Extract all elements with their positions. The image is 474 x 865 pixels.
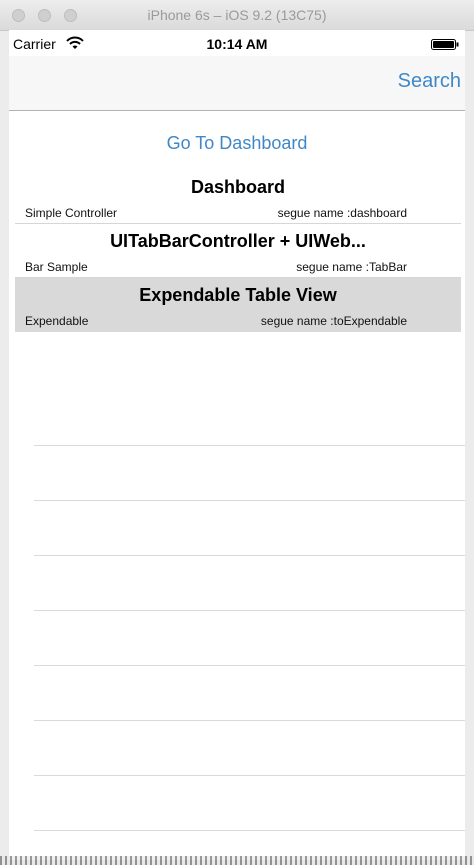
row-detail: segue name :TabBar <box>296 260 407 274</box>
window-titlebar: iPhone 6s – iOS 9.2 (13C75) <box>0 0 474 31</box>
empty-row-separator <box>34 666 465 721</box>
table-row-tabbar[interactable]: UITabBarController + UIWeb... Bar Sample… <box>15 224 461 278</box>
row-detail: segue name :dashboard <box>277 206 407 220</box>
empty-row-separator <box>34 721 465 776</box>
menu-table: Dashboard Simple Controller segue name :… <box>15 170 461 332</box>
row-subtitle: Bar Sample <box>25 260 88 274</box>
simulator-window: iPhone 6s – iOS 9.2 (13C75) Carrier 10:1… <box>0 0 474 865</box>
go-to-dashboard-button[interactable]: Go To Dashboard <box>9 133 465 154</box>
status-bar: Carrier 10:14 AM <box>9 30 465 56</box>
background-strip <box>0 856 474 865</box>
empty-row-separator <box>34 776 465 831</box>
empty-row-separator <box>34 611 465 666</box>
empty-row-separator <box>34 391 465 446</box>
navigation-bar: Search <box>9 56 465 111</box>
row-title: Dashboard <box>190 177 286 197</box>
row-title: Expendable Table View <box>139 285 337 305</box>
empty-row-separator <box>34 501 465 556</box>
table-row-expendable[interactable]: Expendable Table View Expendable segue n… <box>15 278 461 332</box>
search-button[interactable]: Search <box>398 70 461 93</box>
table-row-dashboard[interactable]: Dashboard Simple Controller segue name :… <box>15 170 461 224</box>
status-time: 10:14 AM <box>206 36 268 52</box>
empty-row-separator <box>34 556 465 611</box>
row-subtitle: Expendable <box>25 314 89 328</box>
battery-icon <box>431 39 459 50</box>
row-title: UITabBarController + UIWeb... <box>110 231 366 251</box>
empty-table-area <box>34 391 465 831</box>
empty-row-separator <box>34 446 465 501</box>
row-subtitle: Simple Controller <box>25 206 118 220</box>
window-title: iPhone 6s – iOS 9.2 (13C75) <box>147 7 327 23</box>
device-screen: Carrier 10:14 AM Search Go To Dashboard … <box>9 30 465 860</box>
row-detail: segue name :toExpendable <box>260 314 407 328</box>
